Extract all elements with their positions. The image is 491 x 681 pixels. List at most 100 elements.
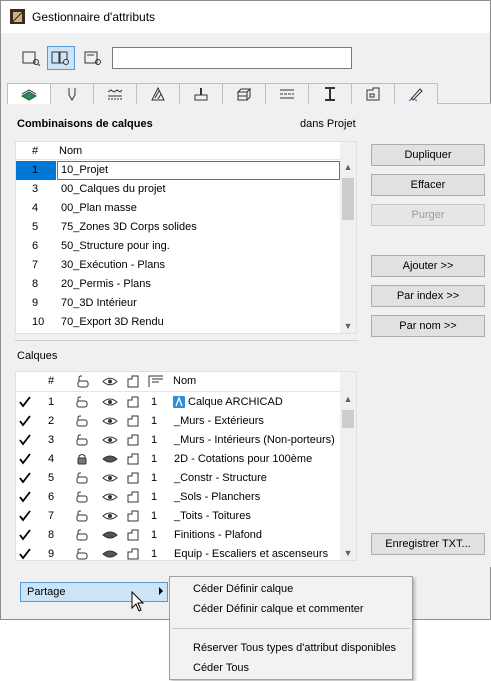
combination-row[interactable]: 8 20_Permis - Plans bbox=[16, 275, 340, 294]
solid-model-icon[interactable] bbox=[126, 396, 140, 408]
checkmark-icon[interactable] bbox=[18, 510, 32, 522]
menu-item-release-all[interactable]: Céder Tous bbox=[193, 662, 249, 674]
solid-model-icon[interactable] bbox=[126, 491, 140, 503]
scroll-down-arrow[interactable]: ▼ bbox=[340, 546, 356, 560]
solid-model-icon[interactable] bbox=[126, 548, 140, 560]
layer-row[interactable]: 3 1 _Murs - Intérieurs (Non-porteurs) bbox=[16, 431, 340, 450]
scroll-thumb[interactable] bbox=[342, 178, 354, 220]
layer-row[interactable]: 6 1 _Sols - Planchers bbox=[16, 488, 340, 507]
checkmark-icon[interactable] bbox=[18, 529, 32, 541]
tab-layers[interactable] bbox=[7, 83, 51, 105]
layer-row[interactable]: 7 1 _Toits - Toitures bbox=[16, 507, 340, 526]
combination-num: 3 bbox=[32, 183, 39, 195]
layer-num: 2 bbox=[48, 415, 55, 427]
unlocked-icon[interactable] bbox=[75, 510, 89, 522]
tab-line-types[interactable] bbox=[93, 83, 137, 104]
layers-list[interactable]: # Nom 1 1 Calque ARCHICAD 2 1 _Murs - Extérie… bbox=[15, 371, 357, 561]
unlocked-icon[interactable] bbox=[75, 415, 89, 427]
tab-profiles[interactable] bbox=[308, 83, 352, 104]
menu-item-reserve-all[interactable]: Réserver Tous types d'attribut disponibl… bbox=[193, 642, 396, 654]
eye-icon[interactable] bbox=[102, 434, 118, 446]
eye-icon[interactable] bbox=[102, 396, 118, 408]
layer-row[interactable]: 9 1 Equip - Escaliers et ascenseurs bbox=[16, 545, 340, 560]
checkmark-icon[interactable] bbox=[18, 491, 32, 503]
add-button[interactable]: Ajouter >> bbox=[371, 255, 485, 277]
tab-building-materials[interactable] bbox=[222, 83, 266, 104]
purge-button[interactable]: Purger bbox=[371, 204, 485, 226]
combo-name-header: Nom bbox=[59, 145, 83, 157]
by-index-button[interactable]: Par index >> bbox=[371, 285, 485, 307]
solid-model-icon[interactable] bbox=[126, 472, 140, 484]
solid-model-icon[interactable] bbox=[126, 529, 140, 541]
combinations-scrollbar[interactable]: ▲ ▼ bbox=[340, 142, 356, 333]
eye-icon[interactable] bbox=[102, 491, 118, 503]
scroll-up-arrow[interactable]: ▲ bbox=[340, 160, 356, 174]
combination-row[interactable]: 10 70_Export 3D Rendu bbox=[16, 313, 340, 332]
combination-row[interactable]: 9 70_3D Intérieur bbox=[16, 294, 340, 313]
scroll-up-arrow[interactable]: ▲ bbox=[340, 392, 356, 406]
unlocked-icon[interactable] bbox=[75, 548, 89, 560]
solid-model-icon[interactable] bbox=[126, 415, 140, 427]
layer-combinations-list[interactable]: # Nom 1 10_Projet 3 00_Calques du projet 4 00… bbox=[15, 141, 357, 334]
combination-row[interactable]: 5 75_Zones 3D Corps solides bbox=[16, 218, 340, 237]
eye-closed-icon[interactable] bbox=[102, 548, 118, 560]
attribute-type-tabs bbox=[7, 83, 491, 105]
unlocked-icon[interactable] bbox=[75, 472, 89, 484]
eye-icon[interactable] bbox=[102, 472, 118, 484]
markup-icon bbox=[408, 88, 423, 102]
scroll-down-arrow[interactable]: ▼ bbox=[340, 319, 356, 333]
checkmark-icon[interactable] bbox=[18, 453, 32, 465]
checkmark-icon[interactable] bbox=[18, 472, 32, 484]
layer-name: _Murs - Extérieurs bbox=[174, 415, 264, 427]
eye-icon[interactable] bbox=[102, 510, 118, 522]
menu-item-release-layer-comment[interactable]: Céder Définir calque et commenter bbox=[193, 603, 364, 615]
checkmark-icon[interactable] bbox=[18, 434, 32, 446]
tab-pens[interactable] bbox=[50, 83, 94, 104]
tab-surfaces[interactable] bbox=[179, 83, 223, 104]
save-txt-button[interactable]: Enregistrer TXT... bbox=[371, 533, 485, 555]
checkmark-icon[interactable] bbox=[18, 415, 32, 427]
search-input[interactable] bbox=[112, 47, 352, 69]
combination-row[interactable]: 4 00_Plan masse bbox=[16, 199, 340, 218]
combination-row[interactable]: 3 00_Calques du projet bbox=[16, 180, 340, 199]
layer-row[interactable]: 1 1 Calque ARCHICAD bbox=[16, 393, 340, 412]
view-detail-button[interactable] bbox=[79, 46, 107, 70]
view-dual-button[interactable] bbox=[47, 46, 75, 70]
checkmark-icon[interactable] bbox=[18, 396, 32, 408]
eye-icon[interactable] bbox=[102, 415, 118, 427]
tab-markup[interactable] bbox=[394, 83, 438, 104]
view-list-button[interactable] bbox=[17, 46, 45, 70]
solid-model-icon[interactable] bbox=[126, 434, 140, 446]
layer-pen: 1 bbox=[151, 510, 158, 522]
duplicate-button[interactable]: Dupliquer bbox=[371, 144, 485, 166]
unlocked-icon[interactable] bbox=[75, 491, 89, 503]
tab-fills[interactable] bbox=[136, 83, 180, 104]
combination-row[interactable]: 7 30_Exécution - Plans bbox=[16, 256, 340, 275]
archicad-logo-icon bbox=[173, 396, 185, 408]
eye-closed-icon[interactable] bbox=[102, 453, 118, 465]
scroll-thumb[interactable] bbox=[342, 410, 354, 428]
tab-composites[interactable] bbox=[265, 83, 309, 104]
layer-row[interactable]: 2 1 _Murs - Extérieurs bbox=[16, 412, 340, 431]
unlocked-icon[interactable] bbox=[75, 396, 89, 408]
solid-model-icon[interactable] bbox=[126, 510, 140, 522]
scope-label: dans Projet bbox=[300, 118, 356, 130]
checkmark-icon[interactable] bbox=[18, 548, 32, 560]
combination-num: 5 bbox=[32, 221, 39, 233]
layer-pen: 1 bbox=[151, 548, 158, 560]
layers-scrollbar[interactable]: ▲ ▼ bbox=[340, 372, 356, 560]
unlocked-icon[interactable] bbox=[75, 529, 89, 541]
menu-item-release-layer[interactable]: Céder Définir calque bbox=[193, 583, 293, 595]
locked-icon[interactable] bbox=[75, 453, 89, 465]
tab-zones[interactable] bbox=[351, 83, 395, 104]
combination-row[interactable]: 6 50_Structure pour ing. bbox=[16, 237, 340, 256]
layer-row[interactable]: 4 1 2D - Cotations pour 100ème bbox=[16, 450, 340, 469]
eye-closed-icon[interactable] bbox=[102, 529, 118, 541]
delete-button[interactable]: Effacer bbox=[371, 174, 485, 196]
combination-row[interactable]: 1 10_Projet bbox=[16, 161, 340, 180]
solid-model-icon[interactable] bbox=[126, 453, 140, 465]
by-name-button[interactable]: Par nom >> bbox=[371, 315, 485, 337]
layer-row[interactable]: 8 1 Finitions - Plafond bbox=[16, 526, 340, 545]
layer-row[interactable]: 5 1 _Constr - Structure bbox=[16, 469, 340, 488]
unlocked-icon[interactable] bbox=[75, 434, 89, 446]
